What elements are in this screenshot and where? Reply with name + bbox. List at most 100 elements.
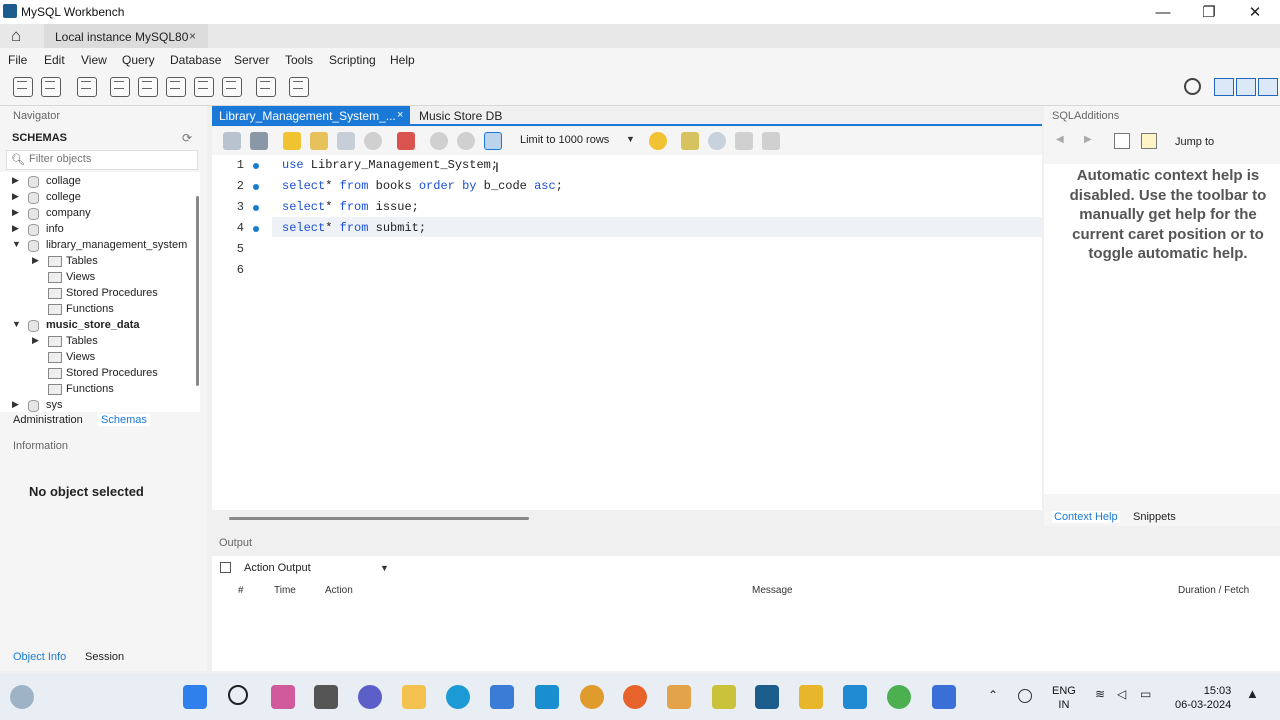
sql-editor[interactable]: I 1 use Library_Management_System; 2 select… xyxy=(212,155,1042,510)
search-table-data-icon[interactable] xyxy=(256,77,276,97)
execute-current-icon[interactable] xyxy=(310,132,328,150)
find-icon[interactable] xyxy=(708,132,726,150)
toggle-stop-on-error-icon[interactable] xyxy=(397,132,415,150)
toggle-autocommit-icon[interactable] xyxy=(484,132,502,150)
settings-gear-icon[interactable] xyxy=(1184,78,1201,95)
close-window-button[interactable]: ✕ xyxy=(1232,0,1278,26)
language-indicator[interactable]: ENG IN xyxy=(1052,684,1076,712)
manual-help-icon[interactable] xyxy=(1114,133,1130,149)
beautify-icon[interactable] xyxy=(681,132,699,150)
code-line[interactable]: use Library_Management_System; xyxy=(282,158,498,172)
chevron-down-icon[interactable]: ▼ xyxy=(380,563,389,573)
column-time[interactable]: Time xyxy=(274,585,296,596)
toggle-output-icon[interactable] xyxy=(1236,78,1256,96)
output-type-select[interactable]: Action Output xyxy=(244,562,311,574)
column-action[interactable]: Action xyxy=(325,585,353,596)
tab-session[interactable]: Session xyxy=(85,651,124,663)
powerbi-icon[interactable] xyxy=(799,685,823,709)
app-icon[interactable] xyxy=(580,685,604,709)
expand-arrow-icon[interactable]: ▼ xyxy=(12,239,21,249)
volume-icon[interactable]: ◁ xyxy=(1117,687,1126,701)
security-icon[interactable] xyxy=(1018,689,1032,703)
tab-administration[interactable]: Administration xyxy=(13,414,83,426)
commit-icon[interactable] xyxy=(430,132,448,150)
menu-edit[interactable]: Edit xyxy=(44,53,65,67)
rollback-icon[interactable] xyxy=(457,132,475,150)
invisible-chars-icon[interactable] xyxy=(735,132,753,150)
close-editor-tab-icon[interactable]: × xyxy=(397,109,403,121)
expand-arrow-icon[interactable]: ▶ xyxy=(12,223,19,234)
column-duration-fetch[interactable]: Duration / Fetch xyxy=(1178,585,1249,596)
minimize-button[interactable]: — xyxy=(1140,0,1186,26)
chrome-icon[interactable] xyxy=(887,685,911,709)
expand-arrow-icon[interactable]: ▶ xyxy=(32,335,39,346)
schema-tree-scrollbar[interactable] xyxy=(196,196,199,386)
teams-icon[interactable] xyxy=(358,685,382,709)
menu-view[interactable]: View xyxy=(81,53,107,67)
stop-icon[interactable] xyxy=(364,132,382,150)
app-icon-3[interactable] xyxy=(712,685,736,709)
jump-to-select[interactable]: Jump to xyxy=(1175,136,1214,148)
create-table-icon[interactable] xyxy=(138,77,158,97)
code-line[interactable]: select* from books order by b_code asc; xyxy=(282,179,563,193)
add-snippet-icon[interactable] xyxy=(649,132,667,150)
expand-arrow-icon[interactable]: ▶ xyxy=(32,255,39,266)
create-function-icon[interactable] xyxy=(222,77,242,97)
expand-arrow-icon[interactable]: ▼ xyxy=(12,319,21,329)
expand-arrow-icon[interactable]: ▶ xyxy=(12,399,19,410)
chevron-up-icon[interactable]: ⌃ xyxy=(988,688,998,702)
tab-schemas[interactable]: Schemas xyxy=(97,414,151,426)
column-number[interactable]: # xyxy=(238,585,244,596)
tab-music-store-db[interactable]: Music Store DB xyxy=(419,109,502,123)
connection-tab[interactable]: Local instance MySQL80 × xyxy=(44,24,208,48)
filter-objects-field[interactable]: 🔍︎ xyxy=(6,150,198,170)
expand-arrow-icon[interactable]: ▶ xyxy=(12,175,19,186)
notifications-bell-icon[interactable]: ▲ xyxy=(1246,686,1259,701)
chevron-down-icon[interactable]: ▼ xyxy=(626,134,635,144)
menu-query[interactable]: Query xyxy=(122,53,155,67)
toggle-secondary-sidebar-icon[interactable] xyxy=(1258,78,1278,96)
expand-arrow-icon[interactable]: ▶ xyxy=(12,191,19,202)
myhp-icon[interactable] xyxy=(535,685,559,709)
battery-icon[interactable]: ▭ xyxy=(1140,687,1151,701)
code-line[interactable]: select* from issue; xyxy=(282,200,419,214)
vscode-icon[interactable] xyxy=(843,685,867,709)
copilot-icon[interactable] xyxy=(271,685,295,709)
app-icon-4[interactable] xyxy=(932,685,956,709)
weather-icon[interactable] xyxy=(10,685,34,709)
file-explorer-icon[interactable] xyxy=(402,685,426,709)
clock[interactable]: 15:03 06-03-2024 xyxy=(1175,684,1231,712)
create-schema-icon[interactable] xyxy=(110,77,130,97)
mysql-workbench-taskbar-icon[interactable] xyxy=(755,685,779,709)
create-procedure-icon[interactable] xyxy=(194,77,214,97)
open-sql-script-icon[interactable] xyxy=(41,77,61,97)
create-view-icon[interactable] xyxy=(166,77,186,97)
limit-rows-select[interactable]: Limit to 1000 rows xyxy=(520,134,609,146)
task-view-icon[interactable] xyxy=(314,685,338,709)
menu-file[interactable]: File xyxy=(8,53,27,67)
tab-context-help[interactable]: Context Help xyxy=(1052,511,1120,523)
explain-icon[interactable] xyxy=(337,132,355,150)
execute-all-icon[interactable] xyxy=(283,132,301,150)
home-icon[interactable]: ⌂ xyxy=(11,26,31,46)
refresh-schemas-icon[interactable]: ⟳ xyxy=(182,131,192,145)
auto-help-icon[interactable] xyxy=(1141,133,1157,149)
code-line[interactable]: select* from submit; xyxy=(282,221,426,235)
column-message[interactable]: Message xyxy=(752,585,793,596)
copy-output-icon[interactable] xyxy=(220,562,231,573)
save-script-icon[interactable] xyxy=(250,132,268,150)
menu-database[interactable]: Database xyxy=(170,53,221,67)
menu-help[interactable]: Help xyxy=(390,53,415,67)
toggle-sidebar-icon[interactable] xyxy=(1214,78,1234,96)
restore-button[interactable]: ❐ xyxy=(1186,0,1232,26)
close-tab-icon[interactable]: × xyxy=(189,29,196,43)
start-icon[interactable] xyxy=(183,685,207,709)
edge-icon[interactable] xyxy=(446,685,470,709)
wifi-icon[interactable]: ≋ xyxy=(1095,687,1105,701)
tab-library-management-system[interactable]: Library_Management_System_... × xyxy=(212,106,410,126)
forward-icon[interactable]: ▶ xyxy=(1084,134,1092,145)
app-icon-2[interactable] xyxy=(667,685,691,709)
menu-tools[interactable]: Tools xyxy=(285,53,313,67)
firefox-icon[interactable] xyxy=(623,685,647,709)
open-file-icon[interactable] xyxy=(223,132,241,150)
